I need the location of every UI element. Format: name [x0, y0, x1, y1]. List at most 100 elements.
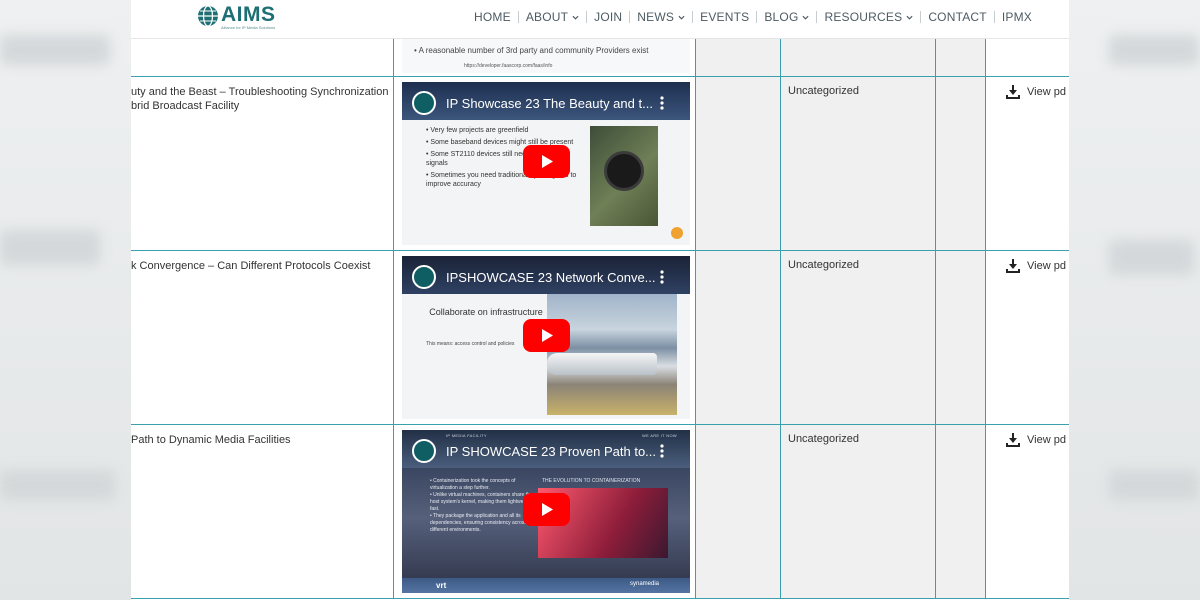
main-navigation: HOME ABOUT JOIN NEWS EVENTS BLOG RESOURCES CONT…	[466, 9, 1039, 25]
video-title[interactable]: IP Showcase 23 The Beauty and t...	[446, 96, 653, 111]
download-icon	[1006, 433, 1020, 447]
slide-thumbnail[interactable]: • A reasonable number of 3rd party and c…	[402, 39, 690, 73]
view-pdf-link[interactable]: View pd	[1006, 259, 1066, 273]
empty-cell	[696, 39, 781, 76]
blurred-background-right	[1069, 0, 1200, 600]
play-button-icon[interactable]	[523, 145, 570, 178]
category-cell: Uncategorized	[781, 425, 936, 598]
view-pdf-link[interactable]: View pd	[1006, 85, 1066, 99]
nav-item-home[interactable]: HOME	[466, 9, 518, 25]
web-page: AIMS Alliance for IP Media Solutions HOM…	[131, 0, 1069, 600]
video-title-bar: IPSHOWCASE 23 Network Conve...	[402, 256, 690, 294]
view-pdf-link[interactable]: View pd	[1006, 433, 1066, 447]
nav-label: CONTACT	[928, 10, 987, 24]
empty-cell	[696, 425, 781, 598]
category-cell: Uncategorized	[781, 77, 936, 250]
youtube-embed[interactable]: THE EVOLUTION TO CONTAINERIZATION • Cont…	[402, 430, 690, 593]
nav-label: JOIN	[594, 10, 623, 24]
view-pdf-label: View pd	[1027, 260, 1066, 272]
title-cell: k Convergence – Can Different Protocols …	[131, 251, 393, 424]
train-photo	[547, 293, 677, 415]
smartwatch-photo	[590, 126, 658, 226]
table-row: • A reasonable number of 3rd party and c…	[131, 39, 1069, 77]
nav-item-blog[interactable]: BLOG	[757, 9, 816, 25]
table-row: Path to Dynamic Media Facilities THE EVO…	[131, 425, 1069, 599]
more-options-icon[interactable]	[660, 444, 664, 458]
play-button-icon[interactable]	[523, 319, 570, 352]
empty-cell	[696, 251, 781, 424]
slide-top-label: IP MEDIA FACILITY	[446, 433, 487, 438]
slide-heading: Collaborate on infrastructure	[429, 307, 543, 317]
chevron-down-icon	[572, 15, 579, 20]
nav-label: HOME	[474, 10, 511, 24]
more-options-icon[interactable]	[660, 96, 664, 110]
slide-subtext: This means: access control and policies	[426, 341, 515, 347]
video-title[interactable]: IPSHOWCASE 23 Network Conve...	[446, 270, 656, 285]
empty-cell	[936, 77, 986, 250]
nav-label: NEWS	[637, 10, 675, 24]
channel-avatar[interactable]	[412, 439, 436, 463]
nav-item-events[interactable]: EVENTS	[693, 9, 756, 25]
slide-url: https://developer.faascorp.com/faas/info	[464, 63, 553, 69]
title-line: brid Broadcast Facility	[131, 100, 240, 112]
blurred-shape	[0, 230, 100, 265]
nav-label: EVENTS	[700, 10, 750, 24]
site-header: AIMS Alliance for IP Media Solutions HOM…	[131, 0, 1069, 39]
nav-label: IPMX	[1001, 10, 1032, 24]
title-cell: uty and the Beast – Troubleshooting Sync…	[131, 77, 393, 250]
pdf-cell: View pd	[986, 251, 1069, 424]
video-title-bar: IP Showcase 23 The Beauty and t...	[402, 82, 690, 120]
nav-label: RESOURCES	[824, 10, 903, 24]
chevron-down-icon	[678, 15, 685, 20]
logo-tagline: Alliance for IP Media Solutions	[221, 25, 276, 30]
video-title-bar: IP MEDIA FACILITY WE ARE IT NOW IP SHOWC…	[402, 430, 690, 468]
blurred-shape	[1109, 35, 1199, 65]
presentation-title: Path to Dynamic Media Facilities	[131, 434, 291, 446]
blurred-shape	[0, 35, 110, 65]
blurred-shape	[0, 470, 115, 500]
logo-wordmark: AIMS	[221, 3, 276, 26]
video-title[interactable]: IP SHOWCASE 23 Proven Path to...	[446, 444, 656, 459]
empty-cell	[936, 39, 986, 76]
youtube-embed[interactable]: • Very few projects are greenfield • Som…	[402, 82, 690, 245]
empty-cell	[936, 251, 986, 424]
nav-item-ipmx[interactable]: IPMX	[995, 9, 1039, 25]
vrt-logo: vrt	[436, 581, 447, 590]
nav-item-contact[interactable]: CONTACT	[921, 9, 994, 25]
aims-logo[interactable]: AIMS Alliance for IP Media Solutions	[197, 3, 276, 30]
video-cell: THE EVOLUTION TO CONTAINERIZATION • Cont…	[393, 425, 696, 598]
video-cell: • A reasonable number of 3rd party and c…	[393, 39, 696, 76]
play-button-icon[interactable]	[523, 493, 570, 526]
sponsor-strip: vrt synamedia	[402, 578, 690, 593]
nav-label: ABOUT	[525, 10, 569, 24]
more-options-icon[interactable]	[660, 270, 664, 284]
download-icon	[1006, 85, 1020, 99]
category-label: Uncategorized	[788, 259, 859, 271]
view-pdf-label: View pd	[1027, 434, 1066, 446]
youtube-embed[interactable]: Collaborate on infrastructure This means…	[402, 256, 690, 419]
globe-icon	[198, 5, 218, 27]
presentation-title: uty and the Beast – Troubleshooting Sync…	[131, 85, 389, 113]
empty-cell	[696, 77, 781, 250]
channel-avatar[interactable]	[412, 91, 436, 115]
table-row: uty and the Beast – Troubleshooting Sync…	[131, 77, 1069, 251]
synamedia-logo: synamedia	[630, 581, 660, 587]
slide-top-label: WE ARE IT NOW	[642, 433, 677, 438]
nav-item-news[interactable]: NEWS	[630, 9, 692, 25]
nav-item-resources[interactable]: RESOURCES	[817, 9, 920, 25]
title-cell: Path to Dynamic Media Facilities	[131, 425, 393, 598]
nav-item-about[interactable]: ABOUT	[519, 9, 586, 25]
blurred-shape	[1109, 240, 1194, 275]
table-row: k Convergence – Can Different Protocols …	[131, 251, 1069, 425]
nav-label: BLOG	[764, 10, 799, 24]
video-cell: • Very few projects are greenfield • Som…	[393, 77, 696, 250]
nav-item-join[interactable]: JOIN	[587, 9, 629, 25]
slide-bullet: • Very few projects are greenfield	[426, 127, 529, 134]
slide-bullet: • Containerization took the concepts of …	[430, 478, 516, 491]
category-cell	[781, 39, 936, 76]
empty-cell	[936, 425, 986, 598]
download-icon	[1006, 259, 1020, 273]
chevron-down-icon	[906, 15, 913, 20]
slide-heading: THE EVOLUTION TO CONTAINERIZATION	[542, 478, 641, 484]
channel-avatar[interactable]	[412, 265, 436, 289]
